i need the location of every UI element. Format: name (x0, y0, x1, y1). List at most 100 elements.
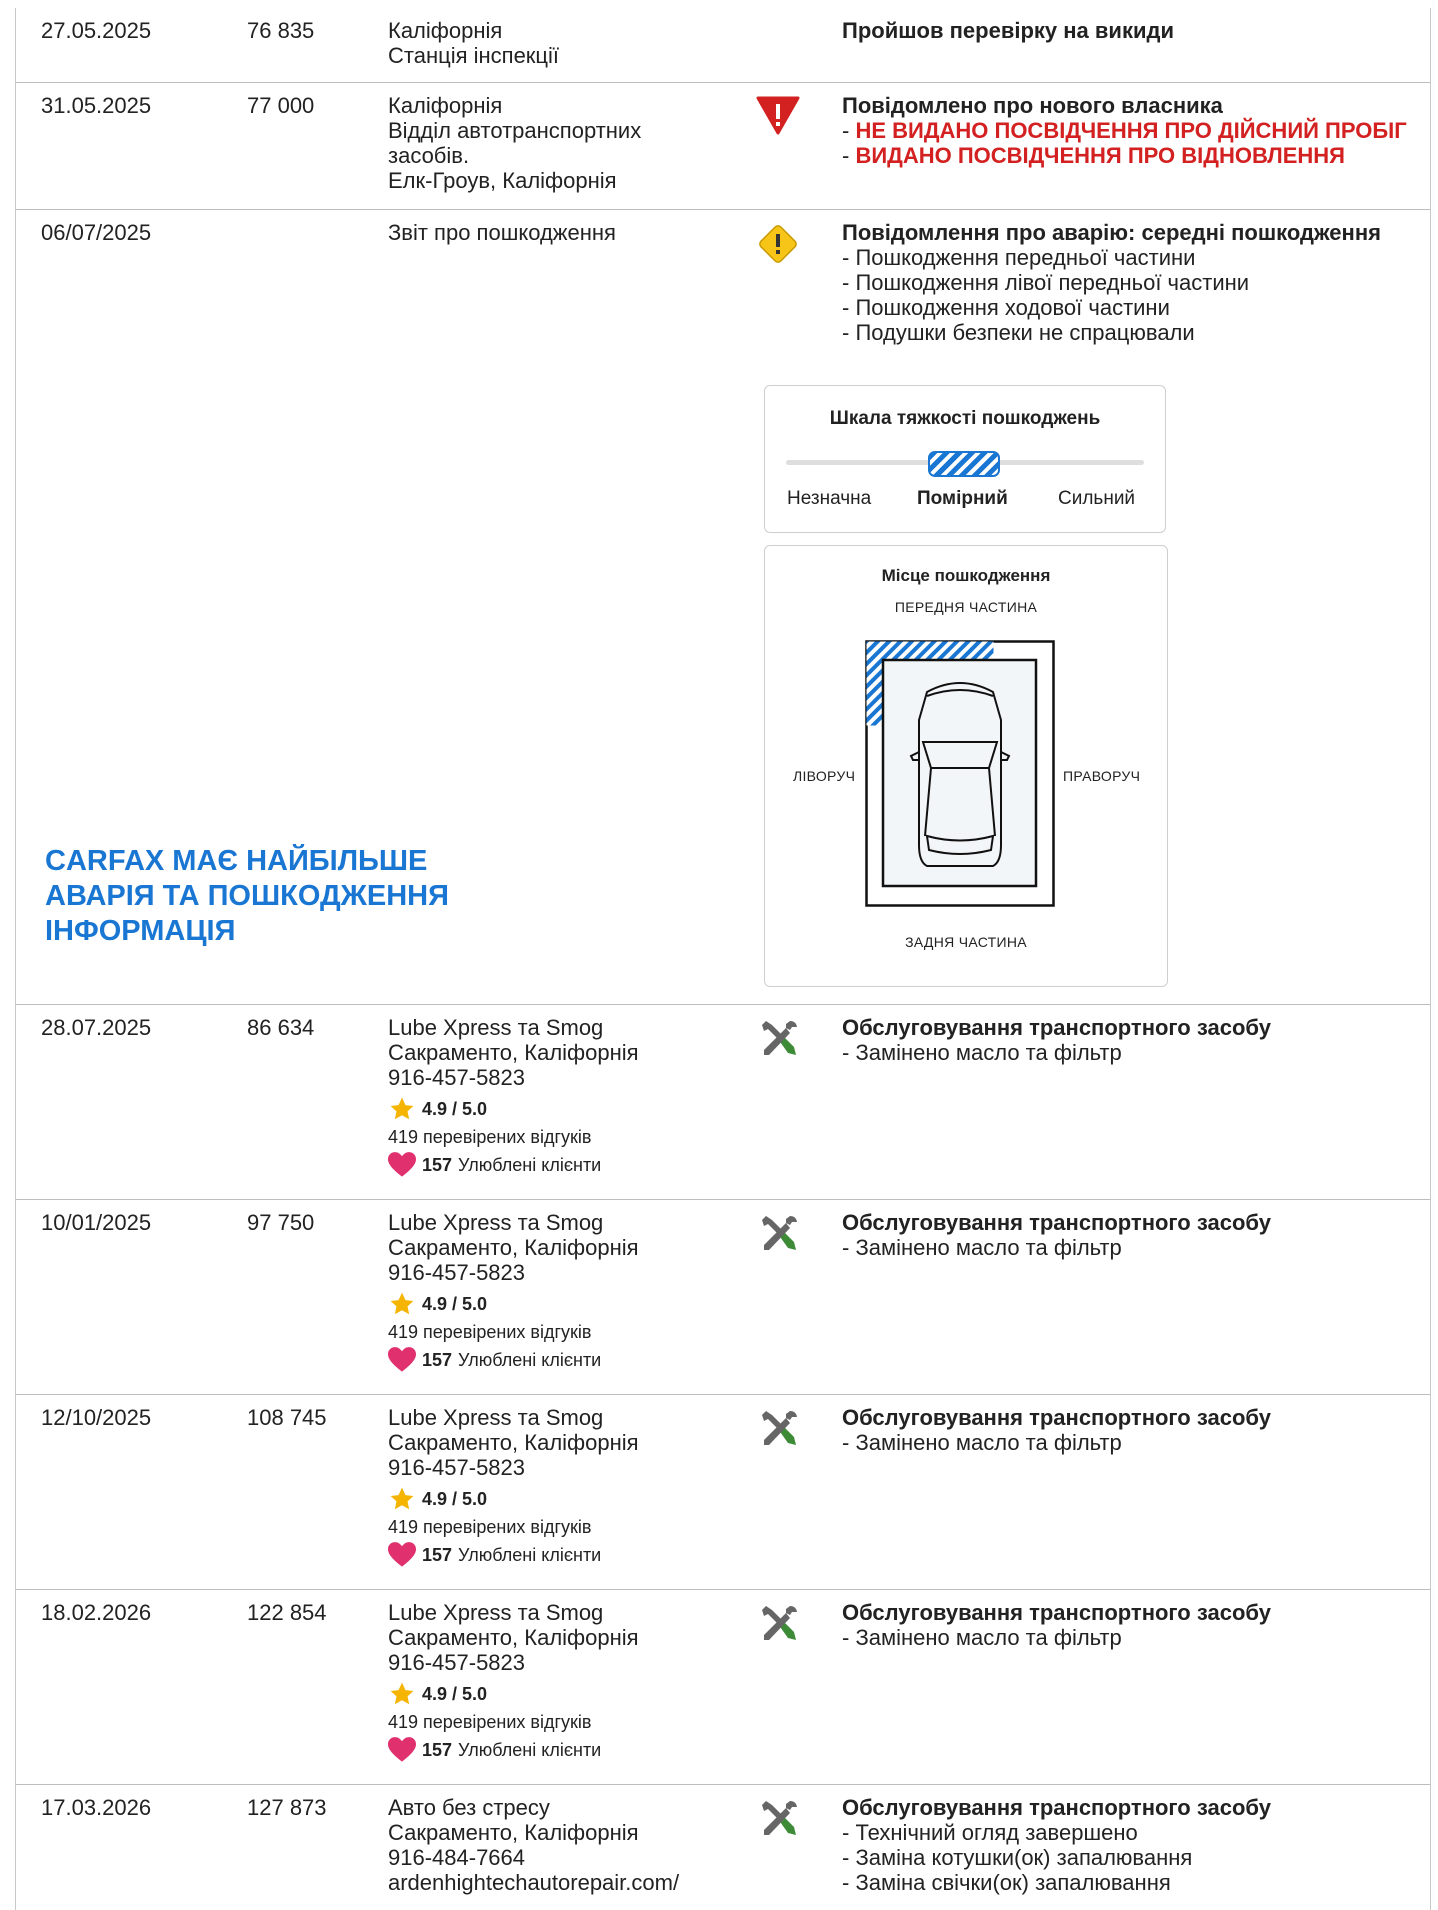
row-details: Обслуговування транспортного засобу - Те… (842, 1795, 1422, 1895)
row-details: Пройшов перевірку на викиди (842, 18, 1422, 43)
table-row: 18.02.2026 122 854 Lube Xpress та Smog С… (16, 1590, 1430, 1785)
detail-item: - Технічний огляд завершено (842, 1820, 1138, 1845)
favorites-count: 157 (422, 1155, 453, 1175)
shop-reviews: 419 перевірених відгуків (388, 1127, 592, 1147)
row-details: Обслуговування транспортного засобу - За… (842, 1210, 1422, 1260)
severity-moderate-label: Помірний (917, 488, 1008, 509)
detail-item: - Замінено масло та фільтр (842, 1430, 1122, 1455)
row-odometer: 77 000 (247, 93, 315, 118)
detail-item: - Пошкодження ходової частини (842, 295, 1170, 320)
star-icon (390, 1487, 414, 1510)
event-title: Повідомлення про аварію: середні пошкодж… (842, 220, 1381, 245)
table-row: 17.03.2026 127 873 Авто без стресу Сакра… (16, 1785, 1430, 1910)
left-label: ЛІВОРУЧ (793, 768, 856, 784)
row-source: Lube Xpress та Smog Сакраменто, Каліфорн… (388, 1600, 718, 1764)
row-odometer: 97 750 (247, 1210, 315, 1235)
star-icon (390, 1097, 414, 1120)
table-row: 27.05.2025 76 835 Каліфорнія Станція інс… (16, 8, 1430, 83)
row-details: Повідомлено про нового власника - НЕ ВИД… (842, 93, 1422, 168)
right-label: ПРАВОРУЧ (1063, 768, 1141, 784)
heart-icon (388, 1737, 416, 1762)
detail-item: - Пошкодження передньої частини (842, 245, 1196, 270)
inner-frame (881, 658, 1038, 888)
detail-item: - Замінено масло та фільтр (842, 1040, 1122, 1065)
row-details: Повідомлення про аварію: середні пошкодж… (842, 220, 1422, 345)
event-title: Обслуговування транспортного засобу (842, 1600, 1271, 1625)
severity-title: Шкала тяжкості пошкоджень (829, 408, 1101, 429)
alert-item: - НЕ ВИДАНО ПОСВІДЧЕННЯ ПРО ДІЙСНИЙ ПРОБ… (842, 118, 1407, 143)
shop-website-link[interactable]: ardenhightechautorepair.com/ (388, 1870, 718, 1895)
table-row: 31.05.2025 77 000 Каліфорнія Відділ авто… (16, 83, 1430, 210)
favorites-count: 157 (422, 1545, 453, 1565)
star-icon (390, 1682, 414, 1705)
event-title: Пройшов перевірку на викиди (842, 18, 1174, 43)
shop-meta: 4.9 / 5.0 419 перевірених відгуків 157 Ул… (388, 1290, 718, 1374)
table-row: 12/10/2025 108 745 Lube Xpress та Smog С… (16, 1395, 1430, 1590)
shop-rating: 4.9 / 5.0 (422, 1294, 488, 1314)
detail-item: - Пошкодження лівої передньої частини (842, 270, 1250, 295)
history-table: 27.05.2025 76 835 Каліфорнія Станція інс… (15, 8, 1431, 1910)
location-title: Місце пошкодження (881, 566, 1051, 585)
row-details: Обслуговування транспортного засобу - За… (842, 1405, 1422, 1455)
car-diagram (865, 640, 1055, 907)
shop-reviews: 419 перевірених відгуків (388, 1517, 592, 1537)
severity-minor-label: Незначна (787, 488, 872, 509)
row-odometer: 76 835 (247, 18, 315, 43)
row-date: 18.02.2026 (41, 1600, 152, 1625)
row-odometer: 122 854 (247, 1600, 327, 1625)
tools-icon (756, 1017, 800, 1061)
row-source: Lube Xpress та Smog Сакраменто, Каліфорн… (388, 1405, 718, 1569)
shop-rating: 4.9 / 5.0 (422, 1489, 488, 1509)
row-date: 10/01/2025 (41, 1210, 152, 1235)
carfax-promo: CARFAX МАЄ НАЙБІЛЬШЕ АВАРІЯ ТА ПОШКОДЖЕН… (45, 845, 449, 947)
row-details: Обслуговування транспортного засобу - За… (842, 1015, 1422, 1065)
favorites-count: 157 (422, 1740, 453, 1760)
warning-diamond-icon (756, 222, 800, 266)
row-date: 28.07.2025 (41, 1015, 152, 1040)
tools-icon (756, 1407, 800, 1451)
heart-icon (388, 1347, 416, 1372)
row-source: Каліфорнія Станція інспекції (388, 18, 560, 68)
row-source: Каліфорнія Відділ автотранспортних засоб… (388, 93, 642, 193)
row-odometer: 108 745 (247, 1405, 327, 1430)
front-label: ПЕРЕДНЯ ЧАСТИНА (894, 599, 1038, 615)
detail-item: - Замінено масло та фільтр (842, 1625, 1122, 1650)
detail-item: - Заміна свічки(ок) запалювання (842, 1870, 1171, 1895)
shop-reviews: 419 перевірених відгуків (388, 1712, 592, 1732)
severity-marker (928, 451, 1000, 477)
row-date: 12/10/2025 (41, 1405, 152, 1430)
favorites-label: Улюблені клієнти (458, 1545, 602, 1565)
event-title: Обслуговування транспортного засобу (842, 1015, 1271, 1040)
row-details: Обслуговування транспортного засобу - За… (842, 1600, 1422, 1650)
shop-meta: 4.9 / 5.0 419 перевірених відгуків 157 Ул… (388, 1095, 718, 1179)
row-date: 27.05.2025 (41, 18, 152, 43)
event-title: Повідомлено про нового власника (842, 93, 1223, 118)
event-title: Обслуговування транспортного засобу (842, 1405, 1271, 1430)
row-source: Авто без стресу Сакраменто, Каліфорнія 9… (388, 1795, 718, 1895)
row-odometer: 86 634 (247, 1015, 315, 1040)
tools-icon (756, 1797, 800, 1841)
row-date: 06/07/2025 (41, 220, 152, 245)
table-row: 06/07/2025 Звіт про пошкодження Повідомл… (16, 210, 1430, 1005)
alert-item: - ВИДАНО ПОСВІДЧЕННЯ ПРО ВІДНОВЛЕННЯ (842, 143, 1345, 168)
shop-meta: 4.9 / 5.0 419 перевірених відгуків 157 Ул… (388, 1680, 718, 1764)
tools-icon (756, 1602, 800, 1646)
favorites-label: Улюблені клієнти (458, 1155, 602, 1175)
detail-item: - Заміна котушки(ок) запалювання (842, 1845, 1193, 1870)
row-date: 31.05.2025 (41, 93, 152, 118)
shop-meta: 4.9 / 5.0 419 перевірених відгуків 157 Ул… (388, 1485, 718, 1569)
shop-rating: 4.9 / 5.0 (422, 1099, 488, 1119)
table-row: 28.07.2025 86 634 Lube Xpress та Smog Са… (16, 1005, 1430, 1200)
shop-reviews: 419 перевірених відгуків (388, 1322, 592, 1342)
row-odometer: 127 873 (247, 1795, 327, 1820)
event-title: Обслуговування транспортного засобу (842, 1210, 1271, 1235)
heart-icon (388, 1152, 416, 1177)
severity-scale-card: Шкала тяжкості пошкоджень Незначна Помір… (764, 385, 1166, 533)
rear-label: ЗАДНЯ ЧАСТИНА (905, 934, 1027, 950)
detail-item: - Подушки безпеки не спрацювали (842, 320, 1195, 345)
favorites-label: Улюблені клієнти (458, 1350, 602, 1370)
row-source: Lube Xpress та Smog Сакраменто, Каліфорн… (388, 1015, 718, 1179)
row-date: 17.03.2026 (41, 1795, 152, 1820)
favorites-count: 157 (422, 1350, 453, 1370)
heart-icon (388, 1542, 416, 1567)
